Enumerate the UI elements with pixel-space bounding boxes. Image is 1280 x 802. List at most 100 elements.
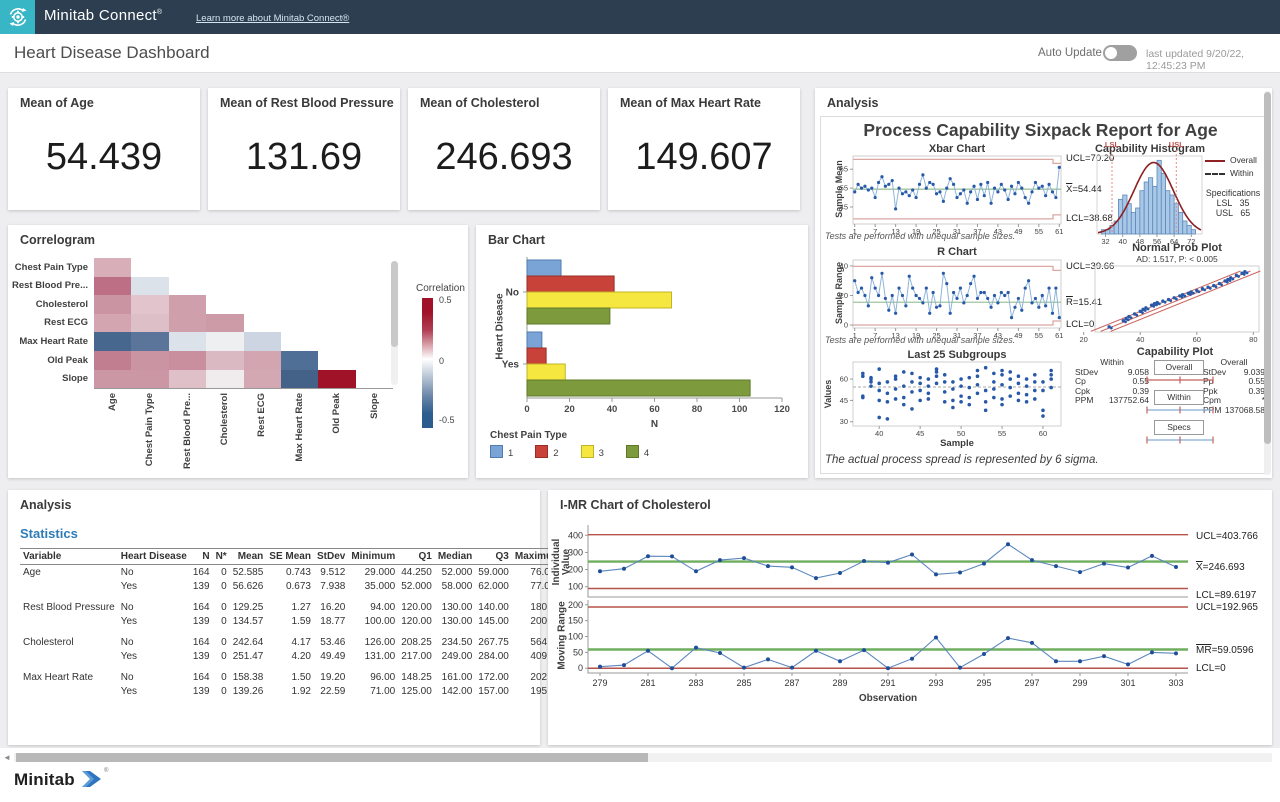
capability-within-stats: WithinStDev9.058Cp0.55Cpk0.39PPM137752.6… — [1075, 358, 1149, 406]
statistics-subtitle: Statistics — [20, 526, 78, 541]
correlogram-cell[interactable] — [169, 370, 206, 389]
svg-text:287: 287 — [784, 678, 799, 688]
histogram-legend: Overall Within — [1205, 154, 1257, 180]
correlogram-cell[interactable] — [244, 351, 281, 370]
svg-text:100: 100 — [732, 404, 748, 415]
sixpack-scrollbar-thumb[interactable] — [1264, 92, 1271, 444]
legend-swatch — [490, 445, 503, 458]
correlogram-col-label: Slope — [369, 393, 380, 478]
legend-within: Within — [1205, 167, 1257, 180]
correlogram-cell[interactable] — [131, 277, 168, 296]
correlogram-cell[interactable] — [94, 314, 131, 333]
bar-legend-item[interactable]: 1 — [490, 445, 513, 459]
kpi-card-mean-cholesterol: Mean of Cholesterol 246.693 — [408, 88, 600, 210]
correlogram-cell[interactable] — [131, 370, 168, 389]
bar-legend-item[interactable]: 4 — [626, 445, 649, 459]
sixpack-analysis-card: Analysis Process Capability Sixpack Repo… — [815, 88, 1272, 478]
correlogram-cell[interactable] — [131, 295, 168, 314]
correlation-gradient-bar — [422, 298, 433, 428]
stats-column-header: SE Mean — [266, 549, 314, 565]
panel-title: Analysis — [827, 96, 878, 110]
svg-text:100: 100 — [568, 632, 583, 642]
svg-text:0: 0 — [524, 404, 529, 415]
correlogram-cell[interactable] — [244, 332, 281, 351]
horizontal-scrollbar-thumb[interactable] — [16, 753, 648, 762]
within-line-swatch — [1205, 173, 1225, 175]
svg-text:295: 295 — [976, 678, 991, 688]
kpi-value: 54.439 — [8, 136, 200, 179]
svg-text:283: 283 — [688, 678, 703, 688]
correlogram-cell[interactable] — [94, 332, 131, 351]
correlogram-row-label: Chest Pain Type — [8, 262, 88, 273]
legend-tick-low: -0.5 — [439, 415, 455, 425]
sixpack-scrollbar-track[interactable] — [1264, 91, 1271, 475]
correlogram-cell[interactable] — [169, 295, 206, 314]
correlogram-scrollbar-thumb[interactable] — [391, 261, 398, 347]
legend-overall: Overall — [1205, 154, 1257, 167]
correlogram-cell[interactable] — [169, 314, 206, 333]
footer-trademark: ® — [104, 768, 108, 774]
normal-prob-plot-title: Normal Prob Plot — [1095, 242, 1259, 254]
legend-swatch — [535, 445, 548, 458]
capability-histogram-title: Capability Histogram — [1075, 143, 1225, 155]
correlogram-cell[interactable] — [94, 295, 131, 314]
correlogram-cell[interactable] — [131, 351, 168, 370]
correlogram-scrollbar-track[interactable] — [391, 261, 398, 385]
xbar-mean-label: X=54.44 — [1066, 184, 1102, 195]
correlogram-cell[interactable] — [169, 332, 206, 351]
bar-legend-item[interactable]: 2 — [535, 445, 558, 459]
correlogram-cell[interactable] — [131, 314, 168, 333]
correlogram-cell[interactable] — [206, 351, 243, 370]
scroll-left-arrow-icon[interactable]: ◄ — [3, 753, 11, 762]
svg-text:301: 301 — [1120, 678, 1135, 688]
correlogram-col-label: Max Heart Rate — [294, 393, 305, 478]
svg-text:N: N — [651, 419, 658, 430]
correlogram-cell[interactable] — [281, 351, 318, 370]
svg-text:60: 60 — [649, 404, 660, 415]
correlogram-cell[interactable] — [281, 370, 318, 389]
stats-column-header: Variable — [20, 549, 118, 565]
correlogram-cell[interactable] — [206, 332, 243, 351]
capability-box-overall: Overall — [1154, 360, 1204, 375]
correlogram-cell[interactable] — [94, 351, 131, 370]
page-header: Heart Disease Dashboard Auto Update last… — [0, 34, 1280, 73]
correlogram-col-label: Old Peak — [331, 393, 342, 478]
last25-title: Last 25 Subgroups — [853, 349, 1061, 361]
correlogram-col-label: Chest Pain Type — [144, 393, 155, 478]
learn-more-link[interactable]: Learn more about Minitab Connect® — [196, 13, 349, 24]
imr-xbar-label: X=246.693 — [1196, 562, 1245, 573]
svg-text:300: 300 — [568, 547, 583, 557]
stats-column-header: Q1 — [398, 549, 435, 565]
auto-update-toggle[interactable] — [1103, 45, 1137, 61]
correlogram-cell[interactable] — [94, 370, 131, 389]
minitab-connect-logo[interactable] — [0, 0, 35, 34]
stats-table-row: CholesterolNo1640242.644.1753.46126.0020… — [20, 635, 564, 649]
correlogram-cell[interactable] — [94, 258, 131, 277]
svg-text:200: 200 — [568, 600, 583, 610]
stats-column-header: N* — [213, 549, 230, 565]
correlogram-cell[interactable] — [206, 314, 243, 333]
correlogram-cell[interactable] — [131, 332, 168, 351]
last-updated-text: last updated 9/20/22, 12:45:23 PM — [1146, 48, 1280, 72]
correlogram-card: Correlogram Chest Pain TypeRest Blood Pr… — [8, 225, 468, 478]
correlogram-cell[interactable] — [206, 370, 243, 389]
r-chart-note: Tests are performed with unequal sample … — [825, 335, 1015, 345]
horizontal-scrollbar-track[interactable] — [14, 753, 1272, 762]
imr-xlabel: Observation — [588, 693, 1188, 704]
correlogram-row-label: Cholesterol — [8, 299, 88, 310]
sixpack-report-title: Process Capability Sixpack Report for Ag… — [815, 120, 1266, 141]
svg-text:200: 200 — [568, 565, 583, 575]
mr-ucl-label: UCL=192.965 — [1196, 602, 1258, 613]
xbar-ylabel: Sample Mean — [834, 149, 844, 229]
stats-table-row: Yes1390251.474.2049.49131.00217.00249.00… — [20, 649, 564, 663]
svg-text:80: 80 — [692, 404, 703, 415]
stats-column-header: StDev — [314, 549, 348, 565]
correlogram-cell[interactable] — [169, 351, 206, 370]
imr-chart-card: I-MR Chart of Cholesterol Individual Val… — [548, 490, 1272, 745]
stats-column-header: Median — [435, 549, 475, 565]
bar-legend-item[interactable]: 3 — [581, 445, 604, 459]
svg-text:293: 293 — [928, 678, 943, 688]
correlogram-cell[interactable] — [318, 370, 355, 389]
correlogram-cell[interactable] — [244, 370, 281, 389]
correlogram-cell[interactable] — [94, 277, 131, 296]
